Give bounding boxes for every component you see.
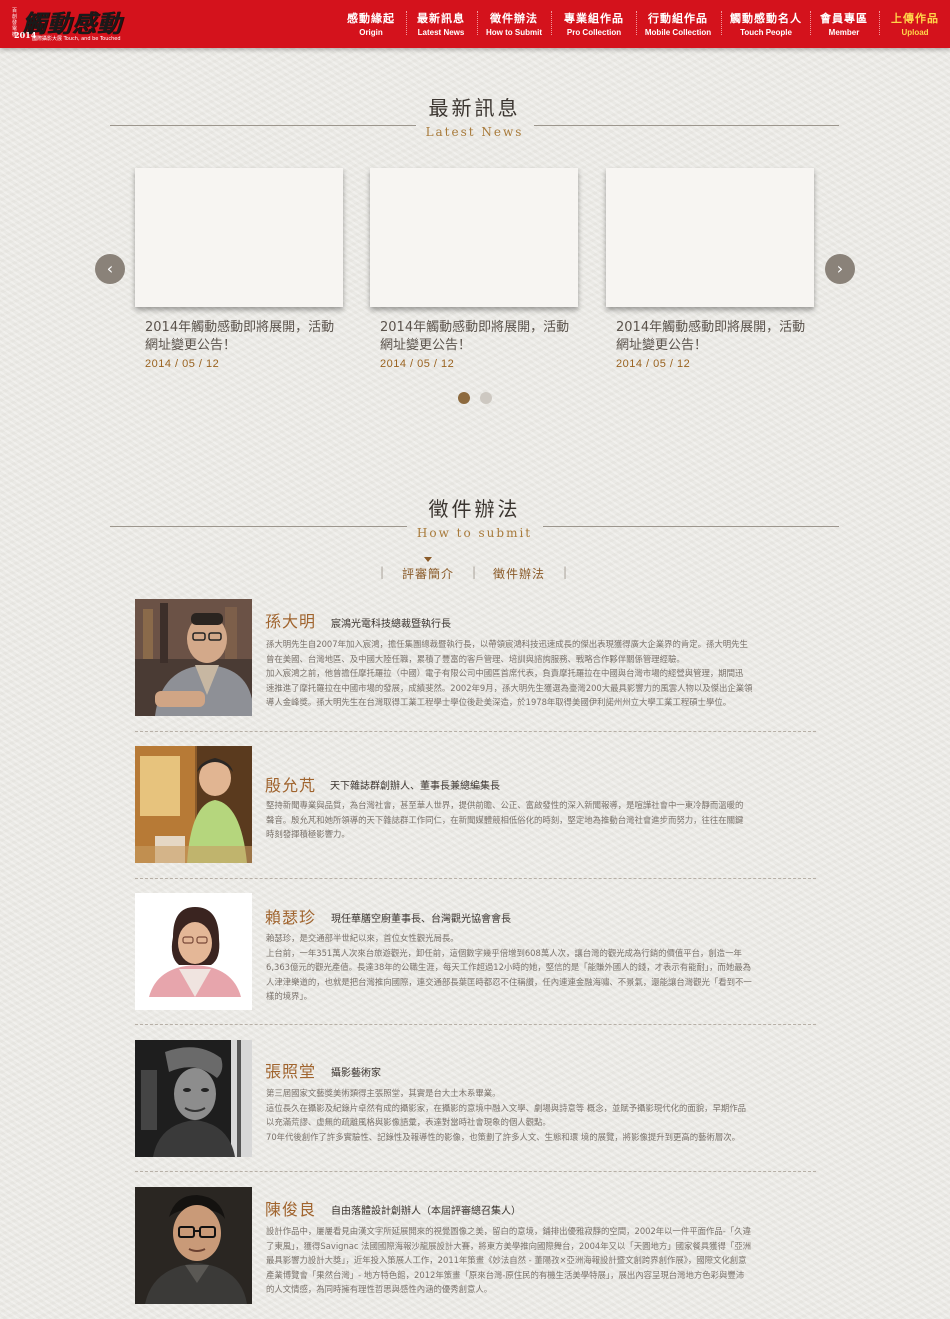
tab-divider: | [472, 565, 477, 579]
news-card-image[interactable] [370, 168, 578, 307]
judge-name: 賴瑟珍 [265, 908, 317, 927]
nav-label-zh: 上傳作品 [891, 12, 939, 25]
judge-name: 殷允芃 [265, 776, 317, 795]
nav-separator [810, 11, 811, 35]
nav-label-zh: 會員專區 [820, 12, 868, 25]
how-to-submit-heading: 徵件辦法 How to submit [110, 493, 839, 541]
carousel-next-button[interactable]: › [825, 254, 855, 284]
judge-title: 宸鴻光電科技總裁暨執行長 [331, 619, 451, 630]
nav-label-en: Latest News [417, 28, 465, 37]
nav-label-zh: 行動組作品 [648, 12, 708, 25]
judge-divider [135, 1171, 816, 1172]
nav-separator [406, 11, 407, 35]
news-card-title[interactable]: 2014年觸動感動即將展開，活動網址變更公告！ [145, 319, 345, 355]
judge-title: 現任華膳空廚董事長、台灣觀光協會會長 [331, 914, 511, 925]
section-title-en: Latest News [425, 125, 524, 139]
news-card-image[interactable] [135, 168, 343, 307]
nav-label-zh: 最新訊息 [417, 12, 465, 25]
nav-label-en: Member [828, 28, 860, 37]
carousel-prev-button[interactable]: ‹ [95, 254, 125, 284]
tab-divider: | [563, 565, 568, 579]
latest-news-heading: 最新訊息 Latest News [110, 92, 839, 140]
judge-title: 攝影藝術家 [331, 1068, 381, 1079]
judge-entry: 陳俊良 自由落體設計創辦人（本屆評審總召集人） 設計作品中，屢屢看見由漢文字所延… [135, 1187, 820, 1304]
judge-name: 孫大明 [265, 612, 317, 631]
nav-label-en: Mobile Collection [644, 28, 712, 37]
news-card-date: 2014 / 05 / 12 [616, 358, 691, 370]
judge-divider [135, 1024, 816, 1025]
nav-separator [551, 11, 552, 35]
site-header: 百創發電機 觸動感動 2014 國際攝影大展 Touch, and be Tou… [0, 0, 950, 48]
logo-subtitle: 國際攝影大展 Touch, and be Touched [32, 36, 121, 42]
nav-item-mobile-collection[interactable]: 行動組作品 Mobile Collection [642, 10, 714, 37]
nav-separator [636, 11, 637, 35]
nav-item-latest-news[interactable]: 最新訊息 Latest News [413, 10, 469, 37]
nav-separator [477, 11, 478, 35]
news-card-title[interactable]: 2014年觸動感動即將展開，活動網址變更公告！ [380, 319, 580, 355]
nav-separator [721, 11, 722, 35]
judge-bio: 孫大明先生自2007年加入宸鴻，擔任集團總裁暨執行長，以帶領宸鴻科技迅速成長的傑… [266, 639, 753, 707]
chevron-left-icon: ‹ [106, 259, 114, 278]
judge-bio: 設計作品中，屢屢看見由漢文字所延展開來的視覺圖像之美，留白的意境，鋪排出優雅寂靜… [266, 1226, 751, 1294]
nav-label-en: Upload [901, 28, 929, 37]
nav-label-en: Origin [359, 28, 383, 37]
judge-divider [135, 878, 816, 879]
judge-bio: 賴瑟珍，是交通部半世紀以來，首位女性觀光局長。 上台前，一年351萬人次來台旅遊… [266, 933, 752, 1001]
nav-item-origin[interactable]: 感動緣起 Origin [343, 10, 399, 37]
section-title-en: How to submit [416, 526, 533, 540]
nav-item-how-to-submit[interactable]: 徵件辦法 How to Submit [484, 10, 544, 37]
news-card-date: 2014 / 05 / 12 [145, 358, 220, 370]
nav-label-zh: 感動緣起 [347, 12, 395, 25]
nav-label-en: Pro Collection [566, 28, 622, 37]
nav-item-member[interactable]: 會員專區 Member [815, 10, 873, 37]
nav-item-touch-people[interactable]: 觸動感動名人 Touch People [728, 10, 804, 37]
judge-photo [135, 599, 252, 716]
judge-name: 張照堂 [265, 1062, 317, 1081]
judge-photo [135, 1187, 252, 1304]
nav-label-zh: 徵件辦法 [490, 12, 538, 25]
logo-title: 觸動感動 [22, 9, 122, 38]
judge-bio: 堅持新聞專業與品質，為台灣社會，甚至華人世界，提供前瞻、公正、富啟發性的深入新聞… [266, 800, 744, 839]
site-logo[interactable]: 百創發電機 觸動感動 2014 國際攝影大展 Touch, and be Tou… [12, 4, 122, 44]
carousel-dot-active[interactable] [458, 392, 470, 404]
news-card-title[interactable]: 2014年觸動感動即將展開，活動網址變更公告！ [616, 319, 816, 355]
active-tab-caret-icon [424, 557, 432, 562]
nav-label-zh: 觸動感動名人 [730, 12, 802, 25]
judge-photo [135, 1040, 252, 1157]
carousel-dot[interactable] [480, 392, 492, 404]
nav-label-en: How to Submit [486, 28, 542, 37]
tab-divider: | [380, 565, 385, 579]
judge-photo [135, 893, 252, 1010]
section-title-zh: 徵件辦法 [428, 497, 521, 521]
nav-label-zh: 專業組作品 [564, 12, 624, 25]
judge-photo [135, 746, 252, 863]
judge-name: 陳俊良 [265, 1200, 317, 1219]
judge-entry: 賴瑟珍 現任華膳空廚董事長、台灣觀光協會會長 賴瑟珍，是交通部半世紀以來，首位女… [135, 893, 820, 1010]
judge-divider [135, 731, 816, 732]
judge-entry: 張照堂 攝影藝術家 第三屆國家文藝獎美術類得主張照堂，其實是台大土木系畢業。 這… [135, 1040, 820, 1157]
chevron-right-icon: › [836, 259, 844, 278]
judge-title: 天下雜誌群創辦人、董事長兼總編集長 [330, 781, 500, 792]
nav-label-en: Touch People [740, 28, 792, 37]
nav-item-pro-collection[interactable]: 專業組作品 Pro Collection [559, 10, 629, 37]
nav-item-upload[interactable]: 上傳作品 Upload [886, 10, 944, 37]
judge-entry: 殷允芃 天下雜誌群創辦人、董事長兼總編集長 堅持新聞專業與品質，為台灣社會，甚至… [135, 746, 820, 863]
tab-judges[interactable]: 評審簡介 [402, 565, 454, 582]
tab-submission-rules[interactable]: 徵件辦法 [493, 565, 545, 582]
news-card-image[interactable] [606, 168, 814, 307]
nav-separator [879, 11, 880, 35]
judge-entry: 孫大明 宸鴻光電科技總裁暨執行長 孫大明先生自2007年加入宸鴻，擔任集團總裁暨… [135, 599, 820, 716]
judge-title: 自由落體設計創辦人（本屆評審總召集人） [331, 1206, 521, 1217]
news-card-date: 2014 / 05 / 12 [380, 358, 455, 370]
judge-bio: 第三屆國家文藝獎美術類得主張照堂，其實是台大土木系畢業。 這位長久在攝影及紀錄片… [266, 1088, 747, 1142]
section-title-zh: 最新訊息 [428, 96, 521, 120]
